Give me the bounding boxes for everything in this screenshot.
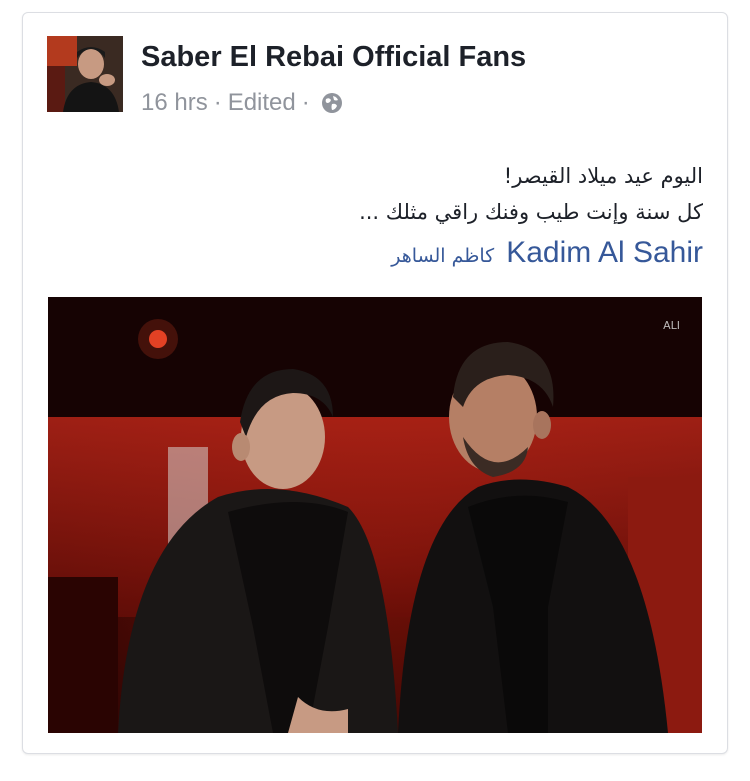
post-meta: 16 hrs · Edited · bbox=[141, 89, 344, 117]
tag-link-english[interactable]: Kadim Al Sahir bbox=[506, 236, 703, 270]
meta-separator-2: · bbox=[301, 89, 310, 116]
tag-link-arabic[interactable]: كاظم الساهر bbox=[391, 245, 494, 267]
page-avatar[interactable] bbox=[47, 36, 123, 112]
edited-label[interactable]: Edited bbox=[228, 89, 296, 117]
post-text: اليوم عيد ميلاد القيصر! كل سنة وإنت طيب … bbox=[63, 158, 703, 270]
post-card: Saber El Rebai Official Fans 16 hrs · Ed… bbox=[22, 12, 728, 754]
post-photo[interactable]: ALI bbox=[48, 297, 702, 733]
tagged-profile: Kadim Al Sahir كاظم الساهر bbox=[63, 236, 703, 270]
globe-icon[interactable] bbox=[320, 91, 344, 115]
post-text-line1: اليوم عيد ميلاد القيصر! bbox=[503, 164, 703, 188]
post-timestamp[interactable]: 16 hrs bbox=[141, 89, 208, 117]
meta-separator: · bbox=[213, 89, 222, 116]
page: Saber El Rebai Official Fans 16 hrs · Ed… bbox=[0, 0, 750, 781]
post-text-line2: كل سنة وإنت طيب وفنك راقي مثلك ... bbox=[359, 200, 703, 224]
photo-watermark: ALI bbox=[663, 319, 680, 332]
page-name-link[interactable]: Saber El Rebai Official Fans bbox=[141, 41, 526, 74]
